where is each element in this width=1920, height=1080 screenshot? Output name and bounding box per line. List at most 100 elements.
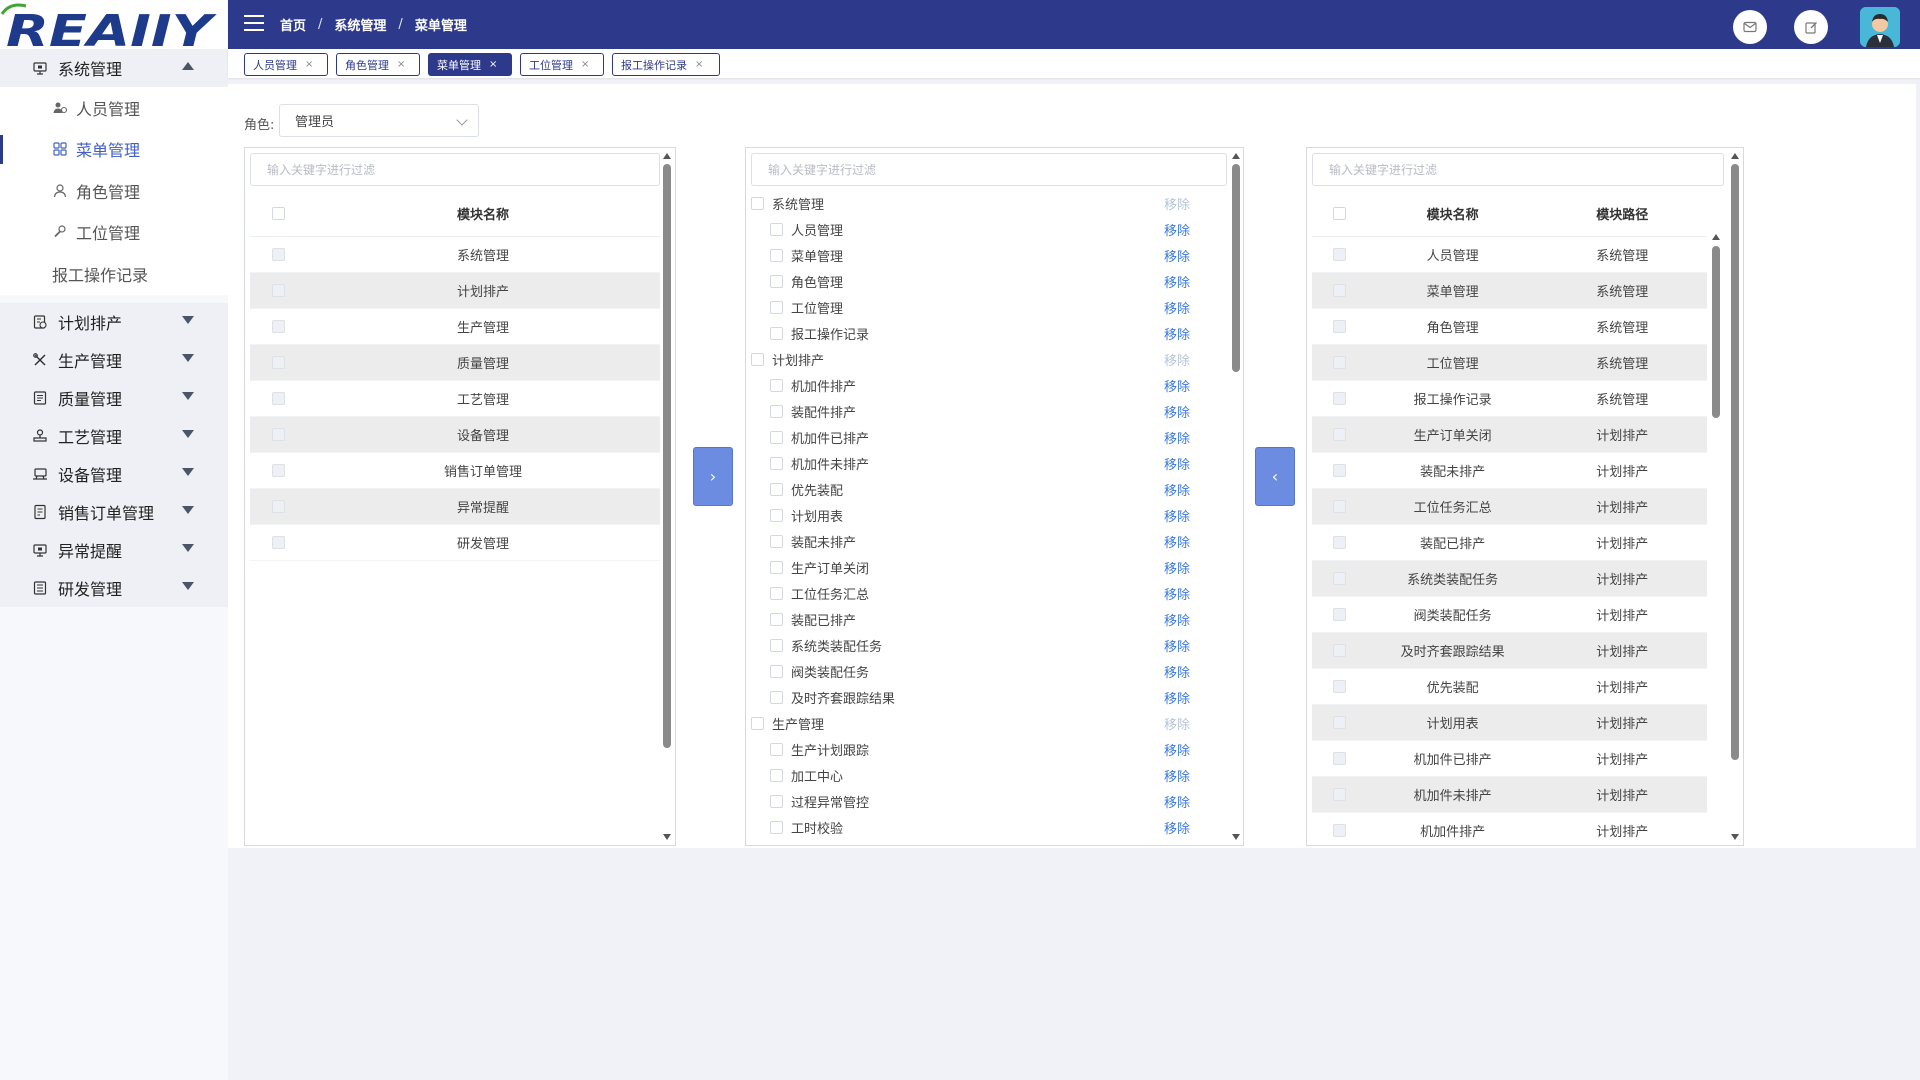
- row-checkbox[interactable]: [1333, 752, 1347, 765]
- table-row[interactable]: 工位管理 系统管理: [1312, 345, 1707, 381]
- message-button[interactable]: [1733, 10, 1767, 44]
- table-row[interactable]: 质量管理: [250, 345, 660, 381]
- remove-link[interactable]: 移除: [1164, 298, 1190, 317]
- remove-link[interactable]: 移除: [1164, 766, 1190, 785]
- tree-checkbox[interactable]: [751, 352, 764, 366]
- tree-checkbox[interactable]: [770, 222, 783, 236]
- remove-link[interactable]: 移除: [1164, 220, 1190, 239]
- tree-checkbox[interactable]: [770, 482, 783, 496]
- remove-link[interactable]: 移除: [1164, 324, 1190, 343]
- tree-node[interactable]: 报工操作记录 移除: [746, 320, 1230, 346]
- row-checkbox[interactable]: [271, 536, 285, 549]
- row-checkbox[interactable]: [1333, 716, 1347, 729]
- tree-node[interactable]: 过程异常管控 移除: [746, 788, 1230, 814]
- scroll-thumb[interactable]: [663, 164, 671, 748]
- tree-node[interactable]: 外协管理 移除: [746, 840, 1230, 845]
- tree-checkbox[interactable]: [770, 794, 783, 808]
- row-checkbox[interactable]: [1333, 320, 1347, 333]
- table-row[interactable]: 角色管理 系统管理: [1312, 309, 1707, 345]
- remove-from-menu-button[interactable]: ‹: [1255, 447, 1295, 506]
- tree-checkbox[interactable]: [770, 248, 783, 262]
- tree-node[interactable]: 优先装配 移除: [746, 476, 1230, 502]
- table-row[interactable]: 装配未排产 计划排产: [1312, 453, 1707, 489]
- tree-checkbox[interactable]: [770, 300, 783, 314]
- table-row[interactable]: 机加件已排产 计划排产: [1312, 741, 1707, 777]
- tree-node[interactable]: 机加件已排产 移除: [746, 424, 1230, 450]
- row-checkbox[interactable]: [271, 356, 285, 369]
- sidebar-item[interactable]: 人员管理: [0, 87, 228, 129]
- tree-node[interactable]: 人员管理 移除: [746, 216, 1230, 242]
- tree-checkbox[interactable]: [770, 612, 783, 626]
- tree-node[interactable]: 机加件排产 移除: [746, 372, 1230, 398]
- remove-link[interactable]: 移除: [1164, 272, 1190, 291]
- menu-item-parent[interactable]: 异常提醒: [0, 530, 228, 569]
- close-icon[interactable]: ×: [581, 59, 589, 70]
- breadcrumb-home[interactable]: 首页: [280, 15, 306, 34]
- remove-link[interactable]: 移除: [1164, 662, 1190, 681]
- table-row[interactable]: 生产订单关闭 计划排产: [1312, 417, 1707, 453]
- tree-node[interactable]: 装配未排产 移除: [746, 528, 1230, 554]
- tree-node[interactable]: 角色管理 移除: [746, 268, 1230, 294]
- role-select[interactable]: 管理员: [279, 104, 479, 137]
- tree-node[interactable]: 装配已排产 移除: [746, 606, 1230, 632]
- inner-scroll-thumb[interactable]: [1712, 246, 1720, 418]
- table-row[interactable]: 及时齐套跟踪结果 计划排产: [1312, 633, 1707, 669]
- tab[interactable]: 人员管理 ×: [244, 53, 328, 76]
- tree-node[interactable]: 工位管理 移除: [746, 294, 1230, 320]
- table-row[interactable]: 机加件未排产 计划排产: [1312, 777, 1707, 813]
- remove-link[interactable]: 移除: [1164, 194, 1190, 213]
- row-checkbox[interactable]: [271, 320, 285, 333]
- tree-node-parent[interactable]: 生产管理 移除: [746, 710, 1230, 736]
- user-avatar[interactable]: [1860, 7, 1900, 47]
- row-checkbox[interactable]: [1333, 824, 1347, 837]
- remove-link[interactable]: 移除: [1164, 350, 1190, 369]
- remove-link[interactable]: 移除: [1164, 402, 1190, 421]
- menu-item-parent[interactable]: 研发管理: [0, 568, 228, 607]
- hamburger-menu-icon[interactable]: [244, 15, 264, 31]
- table-row[interactable]: 菜单管理 系统管理: [1312, 273, 1707, 309]
- tree-node-parent[interactable]: 系统管理 移除: [746, 190, 1230, 216]
- close-icon[interactable]: ×: [489, 59, 497, 70]
- tree-checkbox[interactable]: [751, 196, 764, 210]
- remove-link[interactable]: 移除: [1164, 818, 1190, 837]
- tree-node[interactable]: 工时校验 移除: [746, 814, 1230, 840]
- tree-node[interactable]: 计划用表 移除: [746, 502, 1230, 528]
- table-row[interactable]: 机加件排产 计划排产: [1312, 813, 1707, 845]
- right-scrollbar[interactable]: [1728, 148, 1742, 845]
- tree-node-parent[interactable]: 计划排产 移除: [746, 346, 1230, 372]
- tree-checkbox[interactable]: [770, 820, 783, 834]
- row-checkbox[interactable]: [1333, 572, 1347, 585]
- menu-item-parent[interactable]: 设备管理: [0, 454, 228, 493]
- scroll-up-arrow-icon[interactable]: [1232, 153, 1240, 159]
- tree-node[interactable]: 及时齐套跟踪结果 移除: [746, 684, 1230, 710]
- scroll-up-arrow-icon[interactable]: [1731, 153, 1739, 159]
- tree-checkbox[interactable]: [770, 508, 783, 522]
- remove-link[interactable]: 移除: [1164, 454, 1190, 473]
- tree-node[interactable]: 工位任务汇总 移除: [746, 580, 1230, 606]
- tree-checkbox[interactable]: [770, 690, 783, 704]
- row-checkbox[interactable]: [1333, 428, 1347, 441]
- table-row[interactable]: 计划排产: [250, 273, 660, 309]
- tree-node[interactable]: 生产订单关闭 移除: [746, 554, 1230, 580]
- tree-node[interactable]: 加工中心 移除: [746, 762, 1230, 788]
- menu-item-parent[interactable]: 销售订单管理: [0, 492, 228, 531]
- scroll-thumb[interactable]: [1731, 164, 1739, 760]
- table-row[interactable]: 装配已排产 计划排产: [1312, 525, 1707, 561]
- tree-checkbox[interactable]: [770, 768, 783, 782]
- tree-checkbox[interactable]: [751, 716, 764, 730]
- remove-link[interactable]: 移除: [1164, 792, 1190, 811]
- table-row[interactable]: 生产管理: [250, 309, 660, 345]
- select-all-checkbox[interactable]: [1333, 206, 1347, 220]
- menu-item-parent[interactable]: 质量管理: [0, 378, 228, 417]
- tab[interactable]: 工位管理 ×: [520, 53, 604, 76]
- remove-link[interactable]: 移除: [1164, 844, 1190, 846]
- close-icon[interactable]: ×: [305, 59, 313, 70]
- row-checkbox[interactable]: [271, 248, 285, 261]
- row-checkbox[interactable]: [271, 392, 285, 405]
- tree-checkbox[interactable]: [770, 430, 783, 444]
- sidebar-item[interactable]: 菜单管理: [0, 129, 228, 171]
- tree-checkbox[interactable]: [770, 274, 783, 288]
- remove-link[interactable]: 移除: [1164, 532, 1190, 551]
- tab[interactable]: 菜单管理 ×: [428, 53, 512, 76]
- remove-link[interactable]: 移除: [1164, 246, 1190, 265]
